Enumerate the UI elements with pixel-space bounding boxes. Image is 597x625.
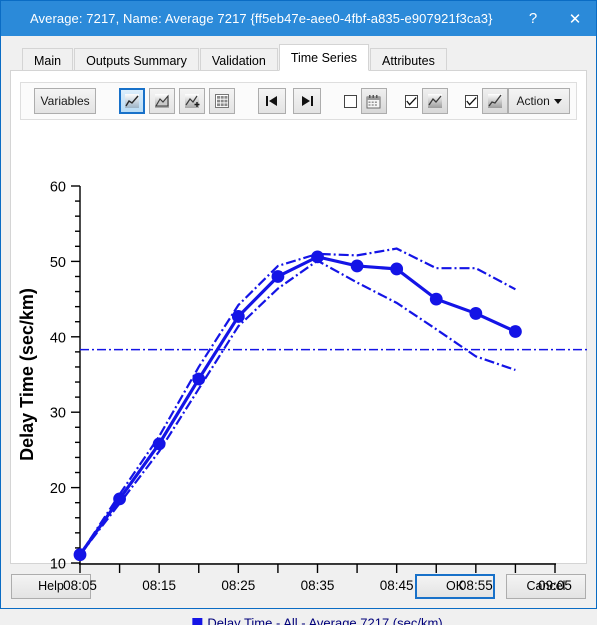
title-bar: Average: 7217, Name: Average 7217 {ff5eb… xyxy=(1,1,596,36)
help-button[interactable]: ? xyxy=(512,1,554,36)
variables-button[interactable]: Variables xyxy=(34,88,96,114)
svg-text:08:05: 08:05 xyxy=(63,578,97,593)
svg-text:20: 20 xyxy=(50,481,66,497)
svg-text:30: 30 xyxy=(50,406,66,422)
chart-area: 102030405060Delay Time (sec/km)08:0508:1… xyxy=(11,120,586,563)
svg-text:40: 40 xyxy=(50,330,66,346)
chart-type-group xyxy=(119,88,235,114)
record-nav-group xyxy=(258,88,321,114)
svg-text:50: 50 xyxy=(50,255,66,271)
mean-line-toggle[interactable] xyxy=(405,88,448,114)
tab-validation[interactable]: Validation xyxy=(200,48,278,72)
svg-text:Delay Time (sec/km): Delay Time (sec/km) xyxy=(17,288,37,461)
svg-text:08:35: 08:35 xyxy=(301,578,335,593)
time-series-chart[interactable]: 10 20 30 40 50 60 Delay Time (sec/km) 08:05 08:1… xyxy=(11,120,588,625)
window-title: Average: 7217, Name: Average 7217 {ff5eb… xyxy=(30,11,493,26)
svg-text:08:45: 08:45 xyxy=(380,578,414,593)
first-record-icon[interactable] xyxy=(258,88,286,114)
action-dropdown[interactable]: Action xyxy=(508,88,570,114)
svg-text:60: 60 xyxy=(50,180,66,196)
tab-outputs-summary[interactable]: Outputs Summary xyxy=(74,48,199,72)
svg-text:09:05: 09:05 xyxy=(538,578,572,593)
line-chart-icon[interactable] xyxy=(422,88,448,114)
line-chart-icon[interactable] xyxy=(482,88,508,114)
calendar-icon[interactable] xyxy=(361,88,387,114)
area-chart-icon[interactable] xyxy=(149,88,175,114)
svg-text:08:25: 08:25 xyxy=(221,578,255,593)
last-record-icon[interactable] xyxy=(293,88,321,114)
mean-line-checkbox[interactable] xyxy=(405,95,418,108)
line-chart-icon[interactable] xyxy=(119,88,145,114)
confidence-band-toggle[interactable] xyxy=(465,88,508,114)
time-series-dialog: Average: 7217, Name: Average 7217 {ff5eb… xyxy=(0,0,597,609)
add-chart-icon[interactable] xyxy=(179,88,205,114)
confidence-band-checkbox[interactable] xyxy=(465,95,478,108)
tab-strip: Main Outputs Summary Validation Time Ser… xyxy=(1,43,596,71)
svg-text:08:55: 08:55 xyxy=(459,578,493,593)
svg-text:Delay Time - All - Average 721: Delay Time - All - Average 7217 (sec/km) xyxy=(207,616,442,625)
svg-text:08:15: 08:15 xyxy=(142,578,176,593)
action-label: Action xyxy=(516,94,549,108)
tab-attributes[interactable]: Attributes xyxy=(370,48,447,72)
chevron-down-icon xyxy=(554,99,562,104)
close-icon[interactable]: ✕ xyxy=(554,1,596,36)
calendar-toggle[interactable] xyxy=(344,88,387,114)
calendar-checkbox[interactable] xyxy=(344,95,357,108)
table-grid-icon[interactable] xyxy=(209,88,235,114)
window-controls: ? ✕ xyxy=(512,1,596,36)
svg-text:10: 10 xyxy=(50,557,66,573)
tab-main[interactable]: Main xyxy=(22,48,73,72)
tab-time-series[interactable]: Time Series xyxy=(279,44,369,71)
time-series-panel: Variables xyxy=(10,70,587,564)
chart-toolbar: Variables xyxy=(20,82,577,120)
